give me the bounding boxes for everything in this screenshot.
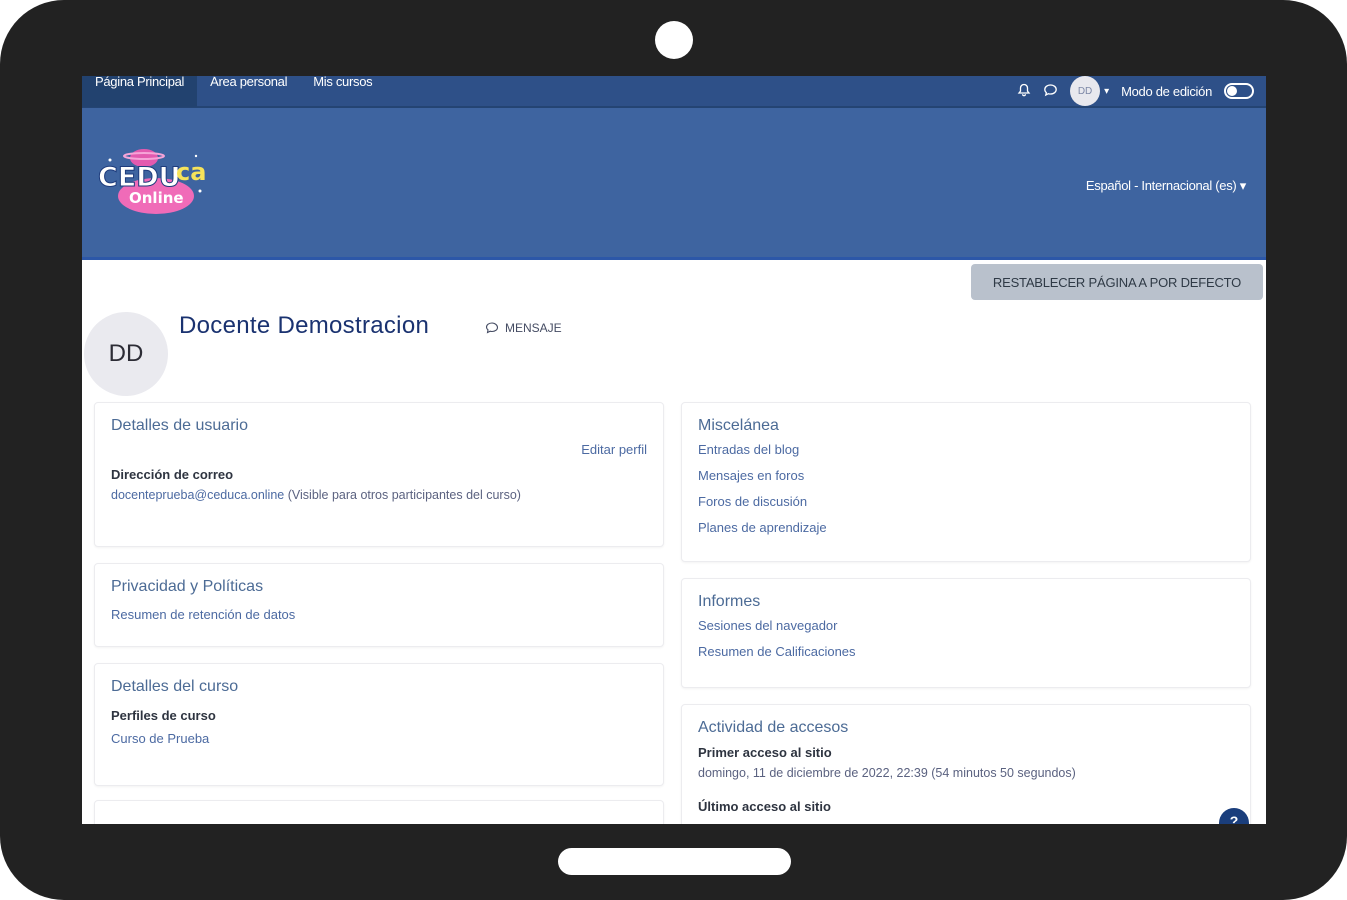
edit-mode-label: Modo de edición [1121,83,1212,99]
nav-right-group: DD ▾ Modo de edición [1017,76,1254,106]
site-header: CEDU ca Online Español - Internacional (… [82,108,1266,260]
empty-card [94,800,664,824]
blog-entries-link[interactable]: Entradas del blog [698,437,1234,463]
course-details-card: Detalles del curso Perfiles de curso Cur… [94,663,664,786]
course-link[interactable]: Curso de Prueba [111,726,647,752]
language-label: Español - Internacional (es) [1085,178,1237,193]
last-access-label: Último acceso al sitio [698,799,831,814]
reset-page-button[interactable]: RESTABLECER PÁGINA A POR DEFECTO [971,264,1263,300]
forum-posts-link[interactable]: Mensajes en foros [698,463,1234,489]
login-activity-card: Actividad de accesos Primer acceso al si… [681,704,1251,824]
ceduca-logo[interactable]: CEDU ca Online [96,136,218,220]
card-title: Detalles del curso [111,678,239,695]
misc-card: Miscelánea Entradas del blog Mensajes en… [681,402,1251,562]
profile-avatar: DD [84,312,168,396]
edit-mode-toggle[interactable] [1224,83,1254,99]
email-label: Dirección de correo [111,467,234,482]
data-retention-link[interactable]: Resumen de retención de datos [111,606,647,624]
privacy-card: Privacidad y Políticas Resumen de retenc… [94,563,664,647]
edit-profile-link[interactable]: Editar perfil [581,442,647,457]
user-details-card: Detalles de usuario Editar perfil Direcc… [94,402,664,547]
email-visibility-note: (Visible para otros participantes del cu… [287,488,521,502]
card-title: Informes [698,593,761,610]
svg-text:ca: ca [176,158,206,186]
chevron-down-icon[interactable]: ▾ [1104,86,1109,97]
bell-icon[interactable] [1017,83,1031,99]
screen: Página Principal Área personal Mis curso… [82,76,1266,824]
first-access-value: domingo, 11 de diciembre de 2022, 22:39 … [698,766,1076,780]
chat-icon [485,322,499,334]
nav-item-my-courses[interactable]: Mis cursos [300,76,385,107]
nav-item-dashboard[interactable]: Área personal [197,76,300,107]
message-button[interactable]: MENSAJE [485,321,562,335]
reports-card: Informes Sesiones del navegador Resumen … [681,578,1251,688]
message-label: MENSAJE [505,321,562,335]
browser-sessions-link[interactable]: Sesiones del navegador [698,613,1234,639]
user-avatar[interactable]: DD [1070,76,1101,106]
learning-plans-link[interactable]: Planes de aprendizaje [698,515,1234,541]
email-link[interactable]: docenteprueba@ceduca.online [111,488,284,502]
card-title: Detalles de usuario [111,417,248,434]
grades-overview-link[interactable]: Resumen de Calificaciones [698,639,1234,665]
card-title: Privacidad y Políticas [111,578,264,595]
tablet-frame: Página Principal Área personal Mis curso… [0,0,1347,900]
home-button[interactable] [558,848,791,875]
chat-icon[interactable] [1043,83,1058,99]
forum-discussions-link[interactable]: Foros de discusión [698,489,1234,515]
camera-dot [655,21,693,59]
course-profiles-label: Perfiles de curso [111,708,216,723]
chevron-down-icon: ▾ [1239,178,1247,193]
svg-text:Online: Online [129,189,184,207]
nav-item-home[interactable]: Página Principal [82,76,198,107]
top-navbar: Página Principal Área personal Mis curso… [82,76,1266,108]
card-title: Actividad de accesos [698,719,849,736]
page-title: Docente Demostracion [179,312,430,339]
language-selector[interactable]: Español - Internacional (es) ▾ [1086,178,1246,194]
first-access-label: Primer acceso al sitio [698,745,832,760]
card-title: Miscelánea [698,417,779,434]
email-row: docenteprueba@ceduca.online (Visible par… [111,485,647,505]
